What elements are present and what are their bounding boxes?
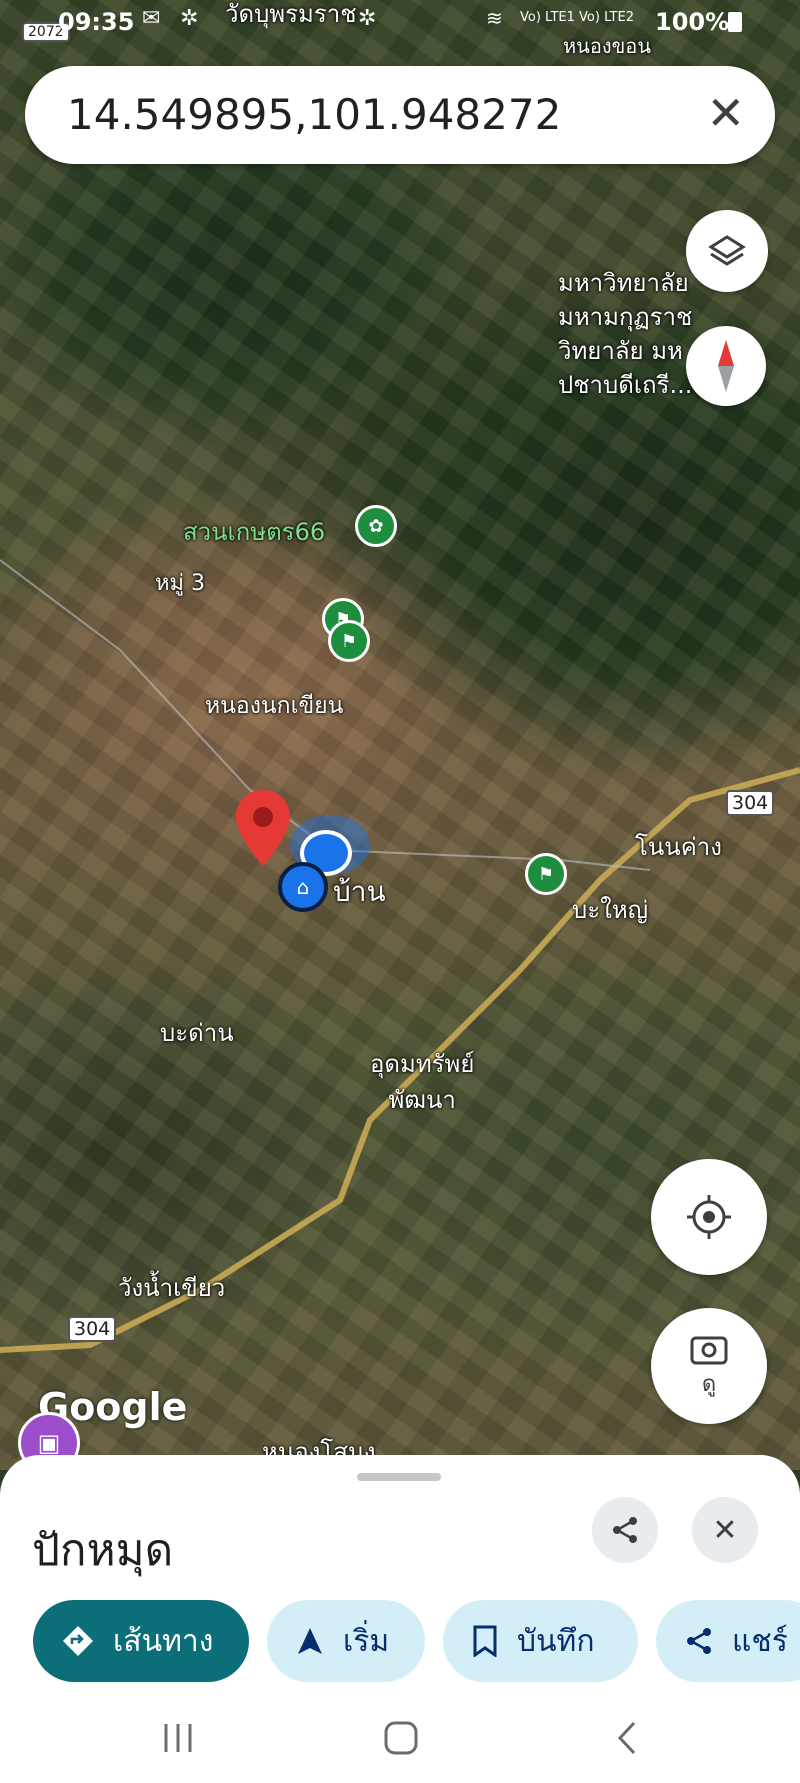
label-ba-dan[interactable]: บะด่าน bbox=[160, 1013, 234, 1052]
directions-label: เส้นทาง bbox=[113, 1623, 214, 1659]
label-ban[interactable]: บ้าน bbox=[333, 870, 386, 914]
drag-handle[interactable] bbox=[357, 1473, 441, 1481]
system-nav-bar bbox=[0, 1700, 800, 1783]
search-query[interactable]: 14.549895,101.948272 bbox=[67, 90, 561, 139]
look-button[interactable]: ดู bbox=[651, 1308, 767, 1424]
start-label: เริ่ม bbox=[343, 1623, 390, 1659]
bookmark-icon bbox=[473, 1625, 497, 1657]
layers-button[interactable] bbox=[686, 210, 768, 292]
look-label: ดู bbox=[701, 1371, 717, 1397]
home-icon[interactable]: ⌂ bbox=[278, 862, 328, 912]
wheel-icon: ✲ bbox=[180, 6, 199, 31]
red-pin-icon[interactable] bbox=[234, 788, 292, 868]
label-garden[interactable]: สวนเกษตร66 bbox=[183, 512, 325, 551]
label-university[interactable]: มหาวิทยาลัย มหามกุฏราช วิทยาลัย มห ปชาบด… bbox=[558, 266, 692, 402]
status-time: 09:35 bbox=[58, 8, 135, 36]
layers-icon bbox=[708, 235, 746, 266]
flower-icon[interactable]: ✿ bbox=[355, 505, 397, 547]
camera-icon bbox=[690, 1336, 728, 1364]
share-button[interactable] bbox=[592, 1497, 658, 1563]
clear-search-icon[interactable]: ✕ bbox=[706, 86, 745, 140]
search-bar[interactable]: 14.549895,101.948272 ✕ bbox=[25, 66, 775, 164]
share-chip[interactable]: แชร์ bbox=[656, 1600, 800, 1682]
save-chip[interactable]: บันทึก bbox=[443, 1600, 638, 1682]
compass-button[interactable] bbox=[686, 326, 766, 406]
share-chip-label: แชร์ bbox=[732, 1623, 788, 1659]
wifi-icon: ≋ bbox=[486, 6, 503, 30]
flag-icon-3[interactable]: ⚑ bbox=[525, 853, 567, 895]
sheet-title: ปักหมุด bbox=[32, 1525, 174, 1576]
route-shield-304-west: 304 bbox=[68, 1316, 117, 1342]
navigation-arrow-icon bbox=[298, 1628, 322, 1654]
save-label: บันทึก bbox=[517, 1623, 595, 1659]
back-icon[interactable] bbox=[612, 1720, 642, 1756]
network-status: Vo) LTE1 Vo) LTE2 bbox=[520, 10, 634, 25]
label-udom-sap[interactable]: อุดมทรัพย์ พัฒนา bbox=[370, 1046, 474, 1118]
mail-icon: ✉ bbox=[142, 6, 161, 31]
crosshair-icon bbox=[687, 1195, 731, 1239]
close-icon: ✕ bbox=[712, 1512, 738, 1548]
home-nav-icon[interactable] bbox=[383, 1720, 419, 1756]
my-location-button[interactable] bbox=[651, 1159, 767, 1275]
close-sheet-button[interactable]: ✕ bbox=[692, 1497, 758, 1563]
share-icon bbox=[613, 1517, 637, 1543]
directions-chip[interactable]: เส้นทาง bbox=[33, 1600, 249, 1682]
label-ba-yai[interactable]: บะใหญ่ bbox=[572, 890, 648, 929]
route-shield-304-east: 304 bbox=[726, 790, 775, 816]
recent-apps-icon[interactable] bbox=[160, 1720, 196, 1756]
label-moo3[interactable]: หมู่ 3 bbox=[155, 565, 205, 600]
battery-icon bbox=[728, 12, 742, 32]
wheel-icon-2: ✲ bbox=[358, 6, 377, 31]
battery-percent: 100% bbox=[655, 8, 730, 36]
flag-icon-2[interactable]: ⚑ bbox=[328, 620, 370, 662]
compass-icon bbox=[718, 340, 734, 392]
label-wang-nam-khiao[interactable]: วังน้ำเขียว bbox=[118, 1268, 225, 1307]
directions-icon bbox=[63, 1626, 93, 1656]
share-chip-icon bbox=[687, 1628, 711, 1654]
start-chip[interactable]: เริ่ม bbox=[267, 1600, 425, 1682]
label-non-khang[interactable]: โนนค่าง bbox=[635, 827, 722, 866]
label-nong-nok-khian[interactable]: หนองนกเขียน bbox=[205, 688, 343, 724]
status-bar: 09:35 ✉ ✲ ✲ ≋ Vo) LTE1 Vo) LTE2 100% bbox=[0, 0, 800, 44]
